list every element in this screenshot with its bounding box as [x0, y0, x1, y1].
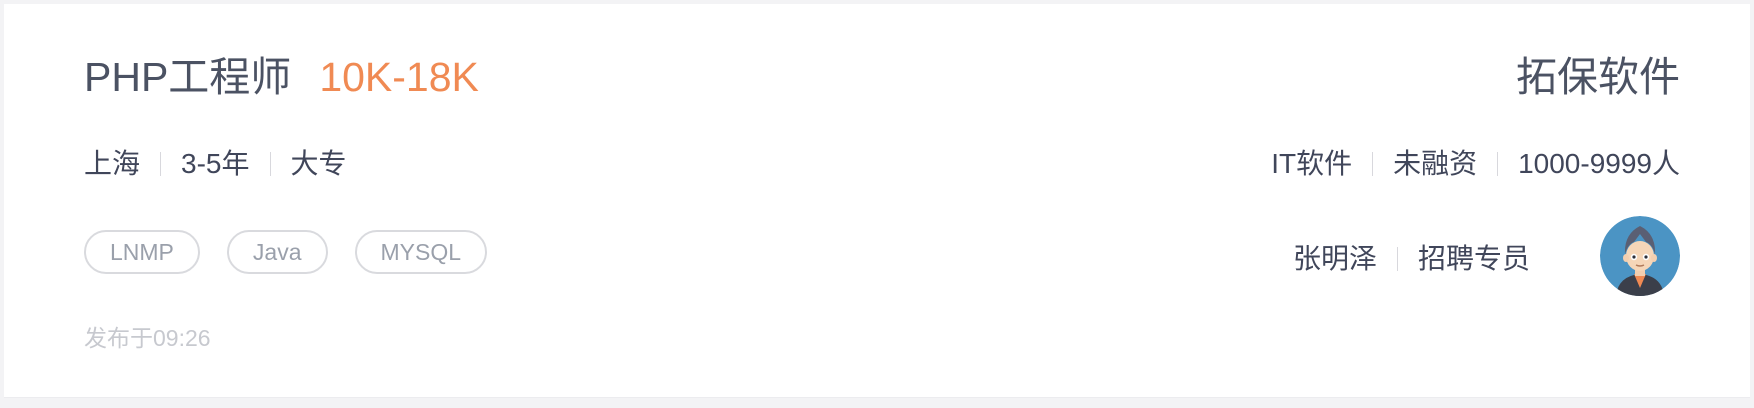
skill-tags: LNMP Java MYSQL — [84, 230, 514, 274]
job-education: 大专 — [290, 148, 347, 179]
skill-tag[interactable]: MYSQL — [354, 230, 488, 274]
company-details: IT软件 未融资 1000-9999人 — [1271, 144, 1680, 184]
recruiter-role: 招聘专员 — [1417, 243, 1530, 274]
recruiter-avatar-icon[interactable] — [1600, 216, 1680, 296]
recruiter-name: 张明泽 — [1292, 243, 1377, 274]
job-title-row: PHP工程师 10K-18K — [84, 50, 479, 114]
company-funding: 未融资 — [1393, 148, 1478, 179]
job-requirements: 上海 3-5年 大专 — [84, 144, 347, 184]
skill-tag[interactable]: Java — [226, 230, 328, 274]
job-experience: 3-5年 — [181, 148, 250, 179]
job-title[interactable]: PHP工程师 — [84, 54, 291, 100]
divider — [1372, 152, 1374, 176]
divider — [160, 152, 162, 176]
company-industry: IT软件 — [1271, 148, 1353, 179]
company-size: 1000-9999人 — [1518, 148, 1680, 179]
publish-time: 发布于09:26 — [84, 325, 211, 351]
divider — [1497, 152, 1499, 176]
salary: 10K-18K — [319, 54, 479, 100]
company-name[interactable]: 拓保软件 — [1516, 50, 1680, 104]
job-location: 上海 — [84, 148, 141, 179]
divider — [269, 152, 271, 176]
job-card[interactable]: PHP工程师 10K-18K 上海 3-5年 大专 LNMP Java MYSQL 发布于… — [4, 4, 1750, 398]
divider — [1396, 247, 1398, 271]
recruiter-info: 张明泽 招聘专员 — [1293, 239, 1530, 279]
skill-tag[interactable]: LNMP — [84, 230, 200, 274]
